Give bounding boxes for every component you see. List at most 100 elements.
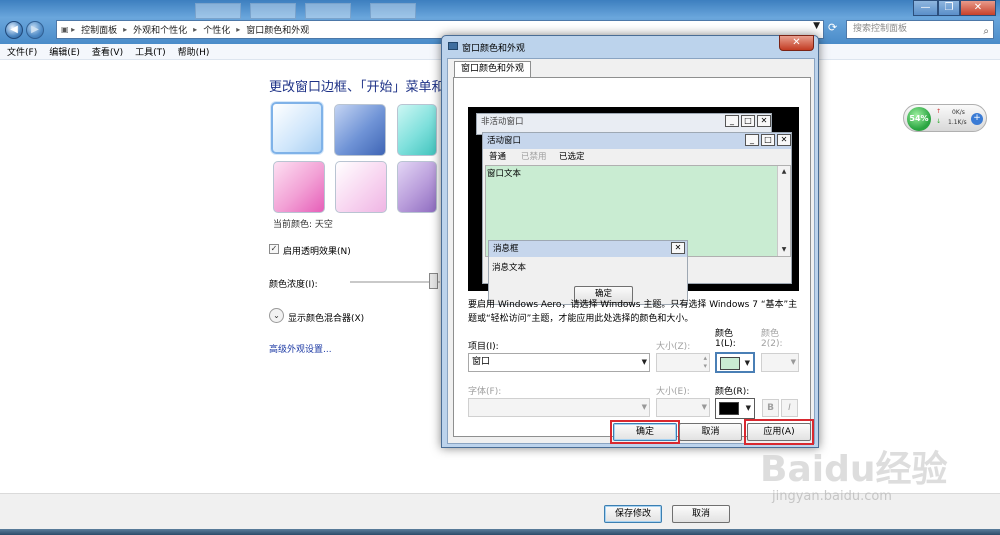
breadcrumb-separator-icon: ▸ <box>236 25 241 34</box>
breadcrumb-separator-icon: ▸ <box>193 25 198 34</box>
aero-description: 要启用 Windows Aero，请选择 Windows 主题。只有选择 Win… <box>468 300 798 324</box>
menu-selected: 已选定 <box>559 152 585 162</box>
search-placeholder: 搜索控制面板 <box>853 24 908 34</box>
taskbar-thumbnail <box>250 3 296 19</box>
breadcrumb-item[interactable]: 窗口颜色和外观 <box>246 23 309 36</box>
font-label: 字体(F): <box>468 387 502 397</box>
intensity-slider-thumb[interactable] <box>429 273 438 289</box>
back-icon[interactable]: ◀ <box>5 21 23 39</box>
size-z-label: 大小(Z): <box>656 342 691 352</box>
restore-button[interactable]: ❐ <box>938 0 960 16</box>
chevron-down-icon: ▼ <box>790 358 796 366</box>
minimize-icon: _ <box>725 115 739 127</box>
ok-button[interactable]: 确定 <box>613 423 677 441</box>
color-swatch-blue[interactable] <box>334 104 386 156</box>
font-color-swatch <box>719 402 739 415</box>
color-swatch-light-pink[interactable] <box>335 161 387 213</box>
maximize-icon: □ <box>741 115 755 127</box>
chevron-down-icon: ▼ <box>701 403 707 411</box>
breadcrumb-item[interactable]: 个性化 <box>203 23 230 36</box>
window-text: 窗口文本 <box>487 169 522 179</box>
color-swatch-pink[interactable] <box>273 161 325 213</box>
chevron-down-icon: ▼ <box>641 403 647 411</box>
italic-button[interactable]: I <box>781 399 798 417</box>
menu-edit[interactable]: 编辑(E) <box>49 45 80 58</box>
memory-usage-gauge: 54% <box>907 107 931 131</box>
cancel-button[interactable]: 取消 <box>672 505 730 523</box>
baidu-watermark: Baidu经验 <box>760 449 948 490</box>
close-button[interactable]: ✕ <box>960 0 996 16</box>
minimize-button[interactable]: — <box>913 0 938 16</box>
close-icon[interactable]: ✕ <box>779 35 814 51</box>
item-select-value: 窗口 <box>472 357 491 367</box>
menu-file[interactable]: 文件(F) <box>7 45 37 58</box>
search-icon[interactable]: ⌕ <box>983 23 989 40</box>
search-input[interactable]: 搜索控制面板 ⌕ <box>846 20 994 39</box>
chevron-down-icon[interactable]: ▼ <box>813 21 820 31</box>
menu-help[interactable]: 帮助(H) <box>178 45 210 58</box>
color-swatch-purple[interactable] <box>397 161 437 213</box>
dialog-body: 窗口颜色和外观 非活动窗口 _ □ ✕ 活动窗口 _ □ ✕ 普通 已禁用 已选… <box>447 58 815 444</box>
chevron-down-icon: ▼ <box>745 404 751 412</box>
color1-picker[interactable]: ▼ <box>715 352 755 373</box>
taskbar <box>0 529 1000 535</box>
menu-tools[interactable]: 工具(T) <box>135 45 166 58</box>
size-z-spinner[interactable]: ▴ ▾ <box>656 353 710 372</box>
taskbar-thumbnail <box>195 3 241 19</box>
apply-button[interactable]: 应用(A) <box>747 423 811 441</box>
save-changes-button[interactable]: 保存修改 <box>604 505 662 523</box>
breadcrumb-separator-icon: ▸ <box>123 25 128 34</box>
breadcrumb-item[interactable]: 外观和个性化 <box>133 23 187 36</box>
close-icon: ✕ <box>671 242 685 254</box>
taskbar-thumbnail <box>370 3 416 19</box>
upload-speed: 0K/s <box>952 109 965 116</box>
menu-view[interactable]: 查看(V) <box>92 45 123 58</box>
item-label: 项目(I): <box>468 342 499 352</box>
scroll-up-icon: ▲ <box>781 168 787 175</box>
tab-pane: 非活动窗口 _ □ ✕ 活动窗口 _ □ ✕ 普通 已禁用 已选定 窗口文本 ▲… <box>453 77 811 437</box>
appearance-preview: 非活动窗口 _ □ ✕ 活动窗口 _ □ ✕ 普通 已禁用 已选定 窗口文本 ▲… <box>468 107 799 305</box>
taskbar-thumbnail <box>305 3 351 19</box>
chevron-down-icon[interactable]: ⌄ <box>269 308 284 323</box>
download-arrow-icon: ↓ <box>936 118 942 125</box>
font-color-picker[interactable]: ▼ <box>715 398 755 419</box>
color1-swatch <box>720 357 740 370</box>
preview-menu: 普通 已禁用 已选定 <box>483 150 791 164</box>
menu-disabled: 已禁用 <box>521 152 547 162</box>
refresh-icon[interactable]: ⟳ <box>828 21 842 38</box>
message-box-title: 消息框 <box>489 241 687 257</box>
maximize-icon: □ <box>761 134 775 146</box>
dialog-cancel-button[interactable]: 取消 <box>679 423 742 441</box>
window-color-dialog: 窗口颜色和外观 ✕ 窗口颜色和外观 非活动窗口 _ □ ✕ 活动窗口 _ □ ✕ <box>441 35 819 448</box>
color-swatch-sky[interactable] <box>271 102 323 154</box>
size-e-select[interactable]: ▼ <box>656 398 710 417</box>
color2-picker[interactable]: ▼ <box>761 353 799 372</box>
transparency-checkbox[interactable]: ✓ <box>269 244 279 254</box>
close-icon: ✕ <box>757 115 771 127</box>
font-select[interactable]: ▼ <box>468 398 650 417</box>
scroll-down-icon: ▼ <box>781 246 787 253</box>
color2-label-line1: 颜色 <box>761 329 780 339</box>
color2-label-line2: 2(2): <box>761 339 783 349</box>
intensity-slider[interactable] <box>350 281 440 283</box>
page-title: 更改窗口边框、「开始」菜单和 <box>269 80 445 95</box>
color-mixer-toggle[interactable]: 显示颜色混合器(X) <box>288 311 364 324</box>
minimize-icon: _ <box>745 134 759 146</box>
breadcrumb-item[interactable]: 控制面板 <box>81 23 117 36</box>
bold-button[interactable]: B <box>762 399 779 417</box>
size-e-label: 大小(E): <box>656 387 690 397</box>
network-widget[interactable]: 54% ↑ ↓ 0K/s 1.1K/s + <box>903 104 987 132</box>
chevron-down-icon: ▼ <box>641 358 647 366</box>
intensity-label: 颜色浓度(I): <box>269 280 318 290</box>
forward-icon[interactable]: ▶ <box>26 21 44 39</box>
item-select[interactable]: 窗口 ▼ <box>468 353 650 372</box>
tab-window-color[interactable]: 窗口颜色和外观 <box>454 61 532 78</box>
dialog-title: 窗口颜色和外观 <box>462 44 526 54</box>
advanced-appearance-link[interactable]: 高级外观设置... <box>269 342 332 355</box>
download-speed: 1.1K/s <box>948 119 967 126</box>
plus-icon[interactable]: + <box>971 113 983 125</box>
current-color-label: 当前颜色: 天空 <box>273 220 333 230</box>
spinner-icon: ▴ ▾ <box>703 354 707 370</box>
color-swatch-teal[interactable] <box>397 104 437 156</box>
preview-scrollbar: ▲ ▼ <box>777 166 790 256</box>
